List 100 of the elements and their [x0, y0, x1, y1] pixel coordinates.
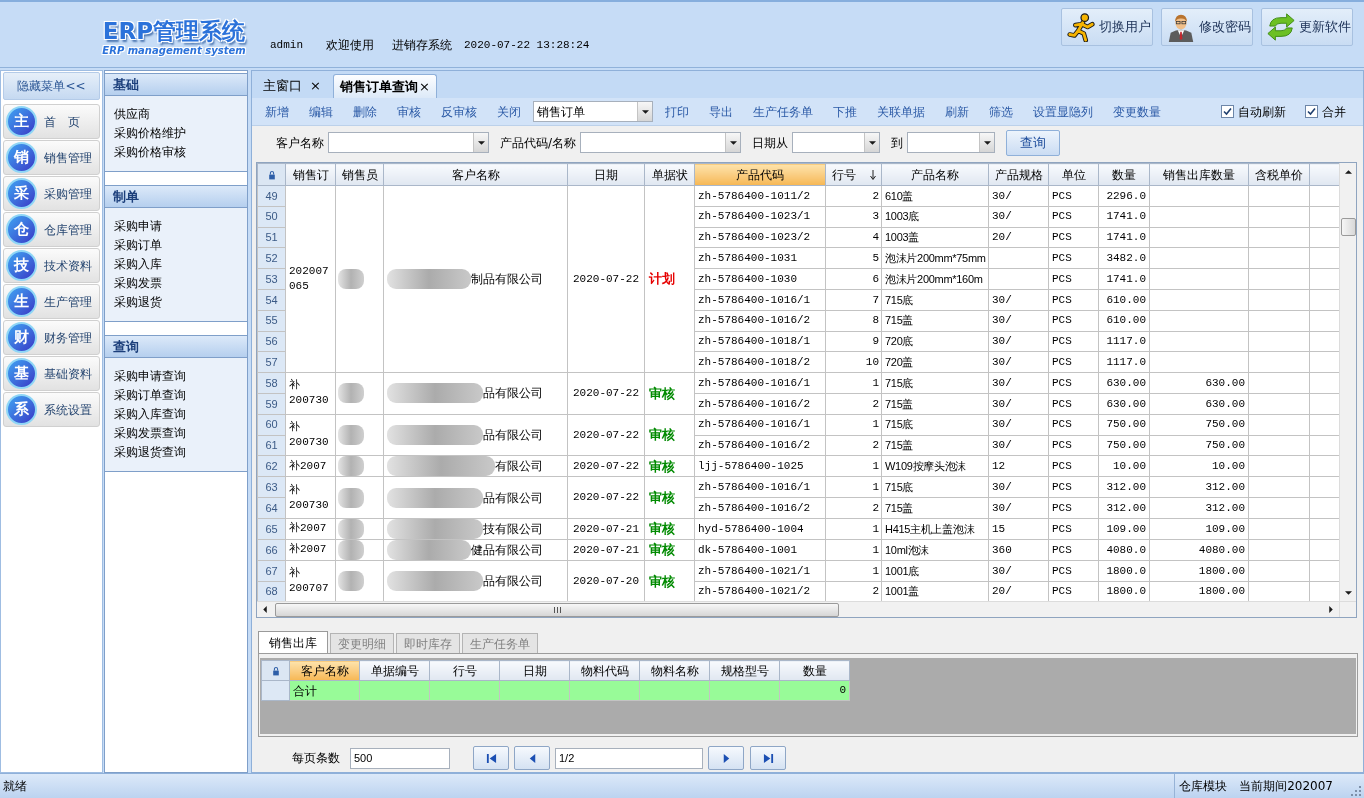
- module-button[interactable]: 技 技术资料: [3, 248, 100, 283]
- column-header[interactable]: 客户名称: [383, 163, 568, 186]
- menu-link[interactable]: 供应商: [114, 105, 150, 124]
- previous-page-button[interactable]: [514, 746, 550, 770]
- menu-link[interactable]: 采购退货: [114, 293, 162, 312]
- menu-link[interactable]: 采购发票查询: [114, 424, 186, 443]
- row-number[interactable]: 49: [257, 185, 286, 207]
- column-header[interactable]: 单据状: [644, 163, 695, 186]
- next-page-button[interactable]: [708, 746, 744, 770]
- hide-menu-button[interactable]: 隐藏菜单<<: [3, 72, 100, 100]
- column-header[interactable]: 行号: [429, 660, 500, 681]
- row-number[interactable]: 60: [257, 414, 286, 436]
- module-button[interactable]: 采 采购管理: [3, 176, 100, 211]
- toolbar-button[interactable]: 导出: [699, 99, 743, 124]
- search-button[interactable]: 查询: [1006, 129, 1061, 156]
- column-header[interactable]: 含税单价: [1248, 163, 1310, 186]
- toolbar-button[interactable]: 变更数量: [1103, 99, 1171, 124]
- vertical-scrollbar[interactable]: [1339, 163, 1356, 601]
- toolbar-button[interactable]: 新增: [255, 99, 299, 124]
- checkbox[interactable]: [1305, 105, 1318, 118]
- tab[interactable]: 销售订单查询×: [332, 74, 437, 98]
- toolbar-button[interactable]: 筛选: [979, 99, 1023, 124]
- row-number[interactable]: 54: [257, 289, 286, 311]
- row-number[interactable]: 64: [257, 497, 286, 519]
- menu-link[interactable]: 采购订单: [114, 236, 162, 255]
- row-number[interactable]: 57: [257, 351, 286, 373]
- first-page-button[interactable]: [473, 746, 509, 770]
- column-header[interactable]: 产品名称: [881, 163, 989, 186]
- dropdown-button[interactable]: [725, 133, 741, 152]
- row-number[interactable]: 58: [257, 372, 286, 394]
- module-button[interactable]: 仓 仓库管理: [3, 212, 100, 247]
- column-header[interactable]: 产品规格: [988, 163, 1049, 186]
- column-header[interactable]: 销售出库数量: [1149, 163, 1249, 186]
- column-header[interactable]: 产品代码: [694, 163, 826, 186]
- toolbar-button[interactable]: 审核: [387, 99, 431, 124]
- dropdown-button[interactable]: [637, 102, 652, 121]
- row-number[interactable]: 62: [257, 455, 286, 477]
- row-number[interactable]: 59: [257, 393, 286, 415]
- module-button[interactable]: 生 生产管理: [3, 284, 100, 319]
- header-button[interactable]: 修改密码: [1161, 8, 1253, 46]
- header-button[interactable]: 切换用户: [1061, 8, 1153, 46]
- combo-box[interactable]: 销售订单: [533, 101, 653, 122]
- column-header[interactable]: 日期: [499, 660, 570, 681]
- row-number[interactable]: 67: [257, 560, 286, 582]
- column-header[interactable]: 客户名称: [289, 660, 360, 681]
- menu-link[interactable]: 采购订单查询: [114, 386, 186, 405]
- module-button[interactable]: 财 财务管理: [3, 320, 100, 355]
- page-size-field[interactable]: 500: [350, 747, 450, 769]
- module-button[interactable]: 主 首 页: [3, 104, 100, 139]
- dropdown-button[interactable]: [473, 133, 488, 152]
- row-number[interactable]: 50: [257, 206, 286, 228]
- row-number[interactable]: 65: [257, 518, 286, 540]
- menu-link[interactable]: 采购入库查询: [114, 405, 186, 424]
- horizontal-scrollbar[interactable]: [257, 601, 1339, 617]
- close-button[interactable]: ×: [310, 76, 321, 96]
- row-number[interactable]: 55: [257, 310, 286, 332]
- column-header[interactable]: 规格型号: [709, 660, 780, 681]
- column-header[interactable]: 物料代码: [569, 660, 640, 681]
- column-header[interactable]: 单位: [1048, 163, 1099, 186]
- column-header[interactable]: 单据编号: [359, 660, 430, 681]
- row-number[interactable]: 53: [257, 268, 286, 290]
- close-button[interactable]: ×: [418, 76, 430, 97]
- toolbar-button[interactable]: 编辑: [299, 99, 343, 124]
- tab[interactable]: 销售出库: [258, 631, 328, 653]
- column-header[interactable]: 销售订: [285, 163, 336, 186]
- page-field[interactable]: 1/2: [555, 747, 703, 769]
- menu-link[interactable]: 采购申请查询: [114, 367, 186, 386]
- toolbar-button[interactable]: 刷新: [935, 99, 979, 124]
- tab[interactable]: 主窗口 ×: [257, 74, 327, 98]
- module-button[interactable]: 系 系统设置: [3, 392, 100, 427]
- toolbar-button[interactable]: 下推: [823, 99, 867, 124]
- dropdown-button[interactable]: [864, 133, 880, 152]
- row-number[interactable]: 61: [257, 435, 286, 456]
- row-number[interactable]: 63: [257, 476, 286, 498]
- toolbar-button[interactable]: 打印: [655, 99, 699, 124]
- dropdown-button[interactable]: [979, 133, 995, 152]
- column-header[interactable]: 日期: [567, 163, 645, 186]
- toolbar-button[interactable]: 关联单据: [867, 99, 935, 124]
- menu-link[interactable]: 采购价格审核: [114, 143, 186, 162]
- toolbar-button[interactable]: 反审核: [431, 99, 487, 124]
- module-button[interactable]: 销 销售管理: [3, 140, 100, 175]
- column-header[interactable]: 数量: [1098, 163, 1150, 186]
- toolbar-button[interactable]: 删除: [343, 99, 387, 124]
- menu-link[interactable]: 采购价格维护: [114, 124, 186, 143]
- row-number[interactable]: 52: [257, 247, 286, 269]
- module-button[interactable]: 基 基础资料: [3, 356, 100, 391]
- menu-link[interactable]: 采购退货查询: [114, 443, 186, 462]
- column-header[interactable]: 行号: [825, 163, 882, 186]
- last-page-button[interactable]: [750, 746, 786, 770]
- checkbox[interactable]: [1221, 105, 1234, 118]
- toolbar-button[interactable]: 设置显隐列: [1023, 99, 1103, 124]
- row-number[interactable]: 51: [257, 227, 286, 248]
- menu-link[interactable]: 采购发票: [114, 274, 162, 293]
- row-number[interactable]: 66: [257, 539, 286, 561]
- column-header[interactable]: 物料名称: [639, 660, 710, 681]
- toolbar-button[interactable]: 关闭: [487, 99, 531, 124]
- column-header[interactable]: 销售员: [335, 163, 384, 186]
- scrollbar-thumb[interactable]: [1340, 218, 1356, 236]
- column-header[interactable]: 数量: [779, 660, 850, 681]
- header-button[interactable]: 更新软件: [1261, 8, 1353, 46]
